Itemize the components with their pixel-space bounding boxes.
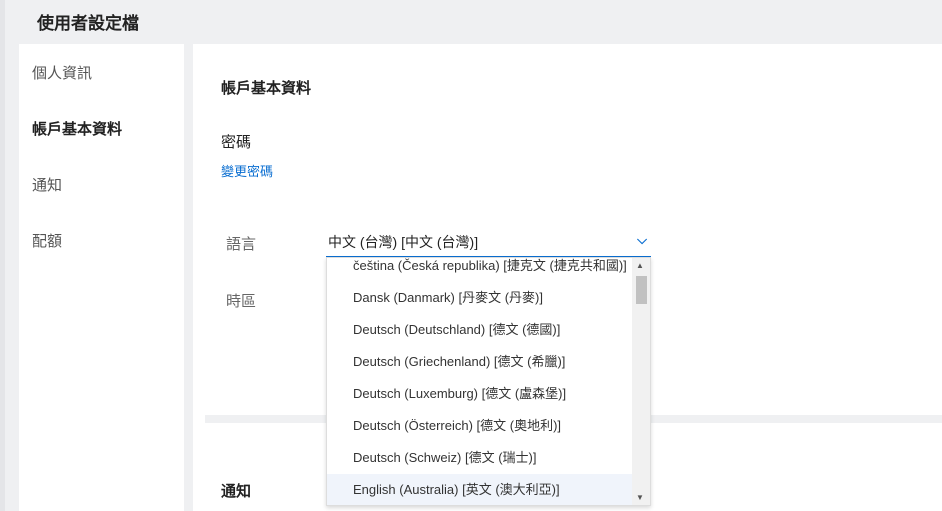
list-item[interactable]: Deutsch (Österreich) [德文 (奧地利)] (327, 410, 632, 442)
scroll-up-arrow-icon[interactable]: ▲ (636, 261, 644, 270)
scrollbar[interactable]: ▲ ▼ (632, 258, 650, 505)
sidebar-item-quota[interactable]: 配額 (32, 230, 62, 251)
language-value: 中文 (台灣) [中文 (台灣)] (328, 234, 479, 250)
list-item[interactable]: čeština (Česká republika) [捷克文 (捷克共和國)] (327, 258, 632, 282)
sidebar-item-notifications[interactable]: 通知 (32, 174, 62, 195)
page-title: 使用者設定檔 (37, 14, 139, 33)
list-item[interactable]: Deutsch (Deutschland) [德文 (德國)] (327, 314, 632, 346)
change-password-link[interactable]: 變更密碼 (221, 161, 273, 180)
scrollbar-thumb[interactable] (636, 276, 647, 304)
sidebar-item-personal-info[interactable]: 個人資訊 (32, 62, 92, 83)
list-item[interactable]: Deutsch (Griechenland) [德文 (希臘)] (327, 346, 632, 378)
language-select[interactable]: 中文 (台灣) [中文 (台灣)] ⌵ (326, 228, 651, 257)
language-dropdown-list[interactable]: čeština (Česká republika) [捷克文 (捷克共和國)] … (326, 257, 651, 506)
sidebar-item-account-profile[interactable]: 帳戶基本資料 (32, 118, 122, 139)
timezone-label: 時區 (226, 293, 257, 310)
language-label: 語言 (226, 236, 257, 253)
password-label: 密碼 (221, 134, 252, 151)
list-item-highlighted[interactable]: English (Australia) [英文 (澳大利亞)] (327, 474, 632, 505)
scroll-down-arrow-icon[interactable]: ▼ (636, 493, 644, 502)
left-edge (0, 0, 5, 511)
list-item[interactable]: Deutsch (Schweiz) [德文 (瑞士)] (327, 442, 632, 474)
section-title: 帳戶基本資料 (221, 80, 312, 97)
sidebar: 個人資訊 帳戶基本資料 通知 配額 (19, 44, 184, 511)
list-item[interactable]: Dansk (Danmark) [丹麥文 (丹麥)] (327, 282, 632, 314)
list-item[interactable]: Deutsch (Luxemburg) [德文 (盧森堡)] (327, 378, 632, 410)
notifications-title: 通知 (221, 483, 252, 500)
chevron-down-icon[interactable]: ⌵ (637, 232, 647, 248)
